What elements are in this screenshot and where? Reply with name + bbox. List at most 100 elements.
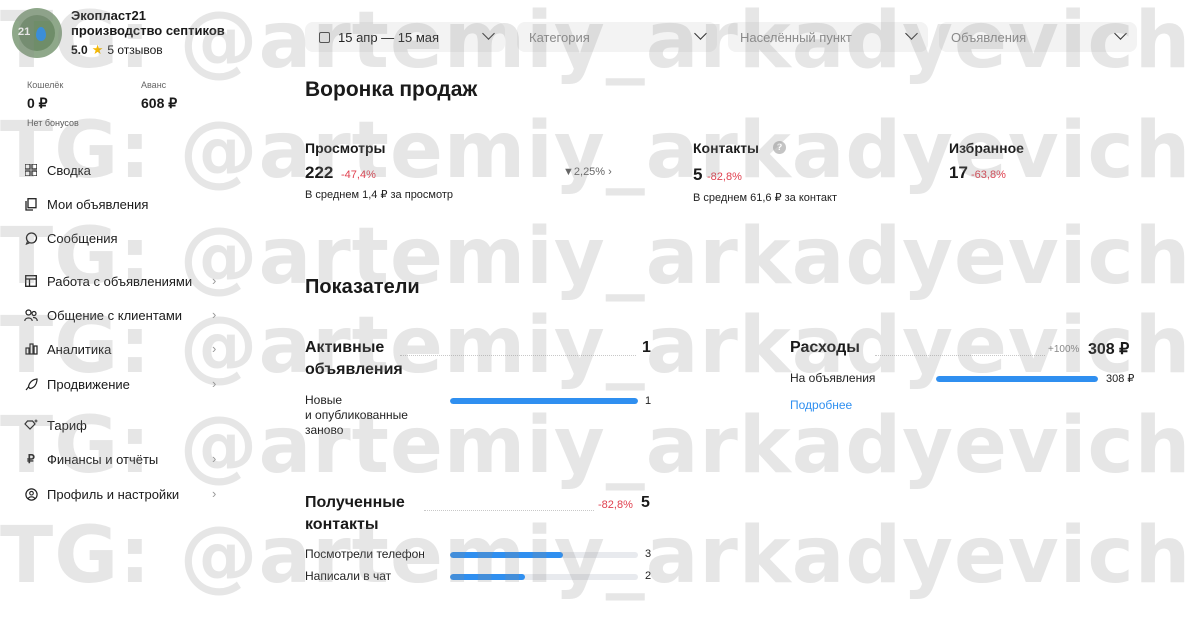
chevron-down-icon: [1114, 27, 1127, 40]
received-contacts-title: Полученные контакты: [305, 492, 405, 536]
nav-label: Работа с объявлениями: [47, 273, 193, 289]
nav-item-promotion[interactable]: Продвижение ›: [24, 374, 234, 394]
bonus-note: Нет бонусов: [27, 118, 79, 128]
chat-messages-bar-fill: [450, 574, 526, 580]
rating-row[interactable]: 5.0 ★ 5 отзывов: [71, 42, 225, 58]
wallet-label: Кошелёк: [27, 80, 64, 90]
expenses-ads-bar-fill: [936, 376, 1098, 382]
chat-messages-label: Написали в чат: [305, 569, 392, 583]
chat-icon: [24, 231, 38, 245]
grid-icon: [24, 163, 38, 177]
nav-item-finance[interactable]: ₽ Финансы и отчёты ›: [24, 449, 234, 469]
profile-card[interactable]: 21 Экопласт21 производство септиков 5.0 …: [12, 8, 225, 58]
filter-icon: ▼: [563, 166, 574, 178]
calendar-icon: [319, 31, 330, 43]
window-icon: [24, 274, 38, 288]
new-ads-label: Новые и опубликованные заново: [305, 393, 408, 437]
chevron-right-icon: ›: [212, 273, 217, 288]
nav-item-my-ads[interactable]: Мои объявления: [24, 194, 234, 214]
user-circle-icon: [24, 487, 38, 501]
new-ads-bar-fill: [450, 398, 638, 404]
views-title: Просмотры: [305, 140, 386, 156]
nav-item-summary[interactable]: Сводка: [24, 160, 234, 180]
advance-balance[interactable]: Аванс 608 ₽: [141, 80, 177, 112]
nav-label: Сводка: [47, 162, 91, 178]
dotted-leader: [400, 355, 636, 356]
received-contacts-delta: -82,8%: [598, 499, 633, 511]
expenses-ads-bar: [936, 376, 1098, 382]
wallet-balance[interactable]: Кошелёк 0 ₽: [27, 80, 63, 112]
nav-label: Аналитика: [47, 341, 112, 357]
conversion-value: 2,25%: [573, 166, 606, 178]
nav-item-clients[interactable]: Общение с клиентами ›: [24, 305, 234, 325]
chevron-right-icon: ›: [212, 451, 217, 466]
active-ads-title-line1: Активные: [305, 339, 385, 356]
date-range-value: 15 апр — 15 мая: [338, 29, 440, 45]
bar-chart-icon: [24, 342, 38, 356]
active-ads-title: Активные объявления: [305, 337, 403, 381]
advance-label: Аванс: [141, 80, 167, 90]
category-select[interactable]: Категория: [517, 22, 717, 52]
nav-item-messages[interactable]: Сообщения: [24, 228, 234, 248]
expenses-ads-value: 308 ₽: [1106, 373, 1135, 385]
date-range-filter[interactable]: 15 апр — 15 мая: [305, 22, 505, 52]
nav-item-tariff[interactable]: Тариф: [24, 415, 234, 435]
ruble-icon: ₽: [27, 452, 35, 466]
contacts-note: В среднем 61,6 ₽ за контакт: [693, 192, 837, 204]
contacts-title: Контакты: [693, 140, 760, 156]
company-logo: 21: [12, 8, 62, 58]
nav-label: Финансы и отчёты: [47, 451, 159, 467]
new-ads-bar: [450, 398, 638, 404]
company-name[interactable]: Экопласт21: [71, 8, 225, 23]
expenses-ads-label: На объявления: [790, 371, 876, 385]
contacts-value: 5: [693, 165, 703, 184]
help-icon[interactable]: ?: [773, 141, 786, 154]
dotted-leader: [875, 355, 1045, 356]
more-details-link[interactable]: Подробнее: [790, 398, 852, 412]
nav-label: Мои объявления: [47, 196, 149, 212]
nav-item-analytics[interactable]: Аналитика ›: [24, 339, 234, 359]
favorites-value: 17: [949, 163, 968, 182]
dotted-leader: [424, 510, 594, 511]
views-note: В среднем 1,4 ₽ за просмотр: [305, 189, 454, 201]
expenses-value: 308 ₽: [1088, 341, 1130, 358]
received-contacts-value: 5: [641, 494, 650, 511]
star-icon: ★: [91, 42, 104, 57]
nav-label: Продвижение: [47, 376, 130, 392]
funnel-title: Воронка продаж: [305, 78, 478, 101]
reviews-count[interactable]: 5 отзывов: [107, 43, 162, 57]
sparkle-icon: [24, 418, 38, 432]
location-select[interactable]: Населённый пункт: [728, 22, 928, 52]
received-contacts-title-line1: Полученные: [305, 494, 405, 511]
received-contacts-title-line2: контакты: [305, 516, 379, 533]
logo-number: 21: [18, 26, 31, 38]
ads-select[interactable]: Объявления: [939, 22, 1137, 52]
nav-item-profile[interactable]: Профиль и настройки ›: [24, 484, 234, 504]
conversion-rate[interactable]: ▼2,25% ›: [563, 166, 612, 178]
chevron-right-icon: ›: [212, 307, 217, 322]
phone-views-label: Посмотрели телефон: [305, 547, 425, 561]
nav-label: Профиль и настройки: [47, 486, 180, 502]
copy-icon: [24, 197, 38, 211]
water-drop-icon: [36, 27, 46, 41]
rating-value: 5.0: [71, 43, 88, 57]
chevron-down-icon: [905, 27, 918, 40]
chevron-down-icon: [482, 27, 495, 40]
indicators-title: Показатели: [305, 276, 420, 298]
nav-label: Сообщения: [47, 230, 118, 246]
views-value: 222: [305, 163, 334, 182]
nav-item-ads-work[interactable]: Работа с объявлениями ›: [24, 271, 234, 291]
people-icon: [24, 308, 38, 322]
rocket-icon: [24, 377, 38, 391]
nav-label: Тариф: [47, 417, 87, 433]
contacts-delta: -82,8%: [707, 171, 742, 183]
chevron-right-icon: ›: [212, 486, 217, 501]
chevron-right-icon: ›: [608, 166, 612, 178]
active-ads-value: 1: [642, 339, 651, 356]
views-delta: -47,4%: [341, 169, 376, 181]
expenses-title: Расходы: [790, 339, 860, 356]
chat-messages-value: 2: [645, 570, 652, 582]
chevron-down-icon: [694, 27, 707, 40]
phone-views-bar: [450, 552, 638, 558]
nav-label: Общение с клиентами: [47, 307, 183, 323]
